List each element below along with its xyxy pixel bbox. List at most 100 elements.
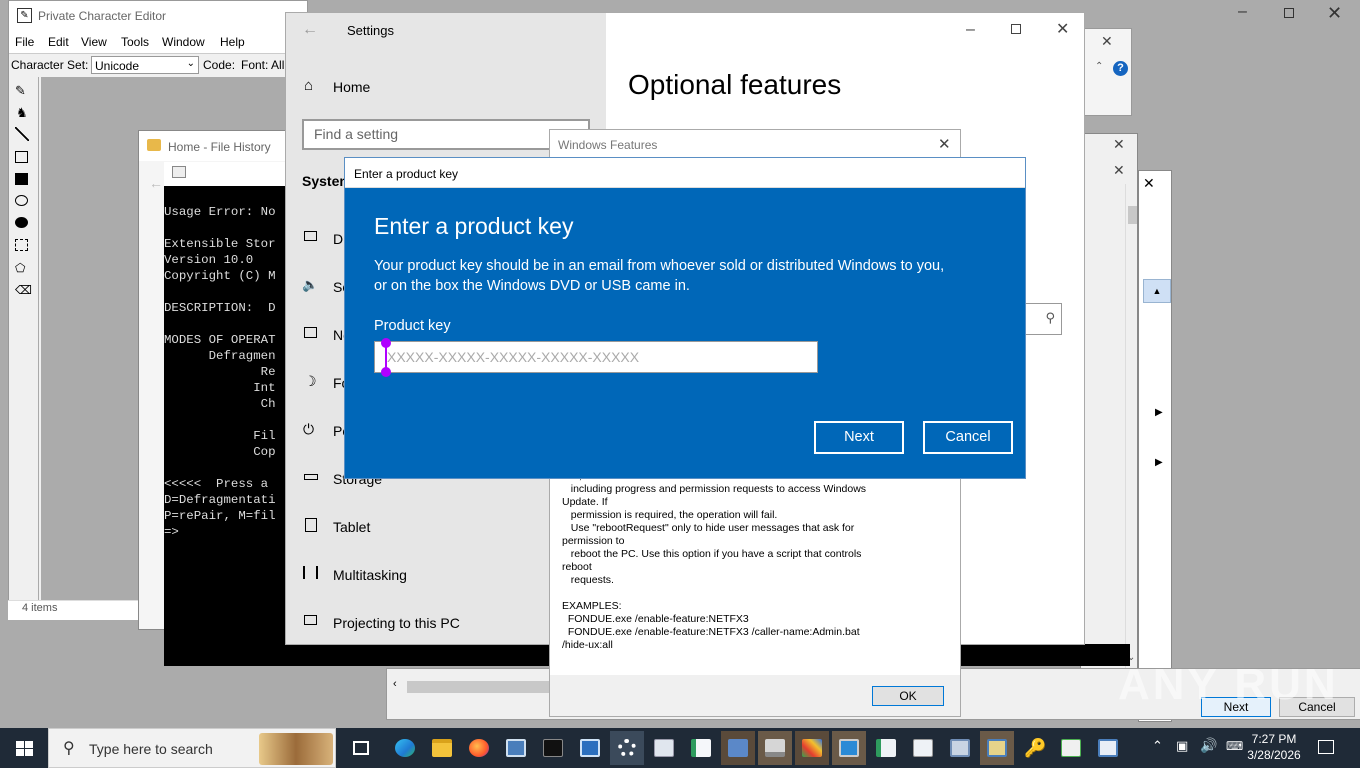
pce-toolbar: Character Set: Unicode ⌄ Code: Font: All xyxy=(9,53,307,75)
features-text-line: reboot the PC. Use this option if you ha… xyxy=(562,548,862,560)
maximize-icon[interactable] xyxy=(1011,24,1021,34)
product-key-input[interactable]: XXXXX-XXXXX-XXXXX-XXXXX-XXXXX xyxy=(374,338,818,377)
eraser-tool-icon[interactable]: ⌫ xyxy=(15,283,32,297)
close-icon[interactable]: ✕ xyxy=(1143,175,1155,192)
monitor-icon[interactable] xyxy=(832,731,866,765)
edge-browser-icon[interactable] xyxy=(388,731,422,765)
file-history-titlebar[interactable]: Home - File History xyxy=(139,131,297,161)
firefox-icon[interactable] xyxy=(462,731,496,765)
windows-features-titlebar[interactable]: Windows Features ✕ xyxy=(550,130,960,160)
clock[interactable]: 7:27 PM 3/28/2026 xyxy=(1246,731,1302,765)
menu-file[interactable]: File xyxy=(15,35,34,49)
close-icon[interactable]: ✕ xyxy=(1113,136,1125,153)
ellipse-tool-icon[interactable] xyxy=(15,195,28,206)
notepad-icon[interactable] xyxy=(684,731,718,765)
rectangle-tool-icon[interactable] xyxy=(15,151,28,163)
pencil-tool-icon[interactable]: ✎ xyxy=(15,83,26,99)
menu-help[interactable]: Help xyxy=(220,35,245,49)
file-explorer-icon[interactable] xyxy=(425,731,459,765)
menu-tools[interactable]: Tools xyxy=(121,35,149,49)
menu-edit[interactable]: Edit xyxy=(48,35,69,49)
task-view-icon[interactable] xyxy=(344,731,378,765)
features-text-line: FONDUE.exe /enable-feature:NETFX3 /calle… xyxy=(562,626,860,638)
search-icon: ⚲ xyxy=(1045,310,1055,325)
app-window-icon[interactable] xyxy=(499,731,533,765)
console-titlebar[interactable] xyxy=(164,162,294,186)
horizontal-scrollbar[interactable]: ‹ xyxy=(389,677,553,695)
close-icon[interactable]: ✕ xyxy=(1101,33,1113,50)
expand-arrow-icon[interactable]: ▶ xyxy=(1155,457,1163,468)
nav-tablet[interactable]: Tablet xyxy=(302,517,562,541)
chevron-up-icon[interactable]: ⌃ xyxy=(1095,61,1103,72)
close-icon[interactable]: ✕ xyxy=(1113,162,1125,179)
command-prompt-icon[interactable] xyxy=(536,731,570,765)
taskbar-search-box[interactable]: ⚲ Type here to search xyxy=(48,728,336,768)
font-viewer-icon[interactable] xyxy=(1054,731,1088,765)
help-icon[interactable]: ? xyxy=(1113,61,1128,76)
minimize-icon[interactable]: – xyxy=(1238,4,1252,20)
pce-titlebar[interactable]: ✎ Private Character Editor xyxy=(9,1,307,31)
maximize-icon[interactable] xyxy=(1284,8,1294,18)
mmc-window: ✕ ▲ ▶ ▶ xyxy=(1138,170,1172,722)
pce-tool-palette: ✎ ♞ ⬠ ⌫ xyxy=(9,77,39,619)
start-button[interactable] xyxy=(0,728,48,768)
scanner-icon[interactable] xyxy=(758,731,792,765)
console-line: <<<<< Press a xyxy=(164,477,269,491)
nav-multitasking[interactable]: Multitasking xyxy=(302,565,562,589)
clock-time: 7:27 PM xyxy=(1251,732,1297,746)
scroll-thumb[interactable] xyxy=(1128,206,1137,224)
selection-tool-icon[interactable] xyxy=(15,239,28,251)
brush-tool-icon[interactable]: ♞ xyxy=(16,105,28,121)
system-info-icon[interactable] xyxy=(980,731,1014,765)
minimize-icon[interactable]: – xyxy=(966,21,975,39)
document-icon[interactable] xyxy=(869,731,903,765)
file-history-title: Home - File History xyxy=(168,140,271,154)
filled-rectangle-tool-icon[interactable] xyxy=(15,173,28,185)
settings-gear-icon[interactable] xyxy=(610,731,644,765)
dialog-heading: Enter a product key xyxy=(374,213,574,239)
console-line: Re xyxy=(164,365,276,379)
key-icon[interactable]: 🔑 xyxy=(1017,731,1051,765)
next-button[interactable]: Next xyxy=(814,421,904,454)
product-key-titlebar[interactable]: Enter a product key xyxy=(345,158,1025,188)
settings-search-input[interactable]: Find a setting xyxy=(302,119,590,150)
scroll-left-icon[interactable]: ‹ xyxy=(393,678,397,690)
meet-now-icon[interactable]: ▣ xyxy=(1176,738,1188,754)
menu-view[interactable]: View xyxy=(81,35,107,49)
page-title: Optional features xyxy=(628,69,842,100)
scrollbar[interactable] xyxy=(1125,184,1137,668)
back-arrow-icon[interactable]: ← xyxy=(302,21,318,39)
ok-button[interactable]: OK xyxy=(872,686,944,706)
filled-ellipse-tool-icon[interactable] xyxy=(15,217,28,228)
charset-select[interactable]: Unicode ⌄ xyxy=(91,56,199,74)
control-panel-icon[interactable] xyxy=(573,731,607,765)
close-icon[interactable]: ✕ xyxy=(1327,3,1342,24)
close-icon[interactable]: ✕ xyxy=(1056,19,1069,39)
show-hidden-icons[interactable]: ⌃ xyxy=(1152,738,1163,754)
character-map-icon[interactable] xyxy=(647,731,681,765)
close-icon[interactable]: ✕ xyxy=(938,135,951,153)
computer-icon[interactable] xyxy=(943,731,977,765)
scroll-thumb[interactable] xyxy=(407,681,553,693)
volume-icon[interactable]: 🔊 xyxy=(1200,737,1217,754)
network-icon[interactable] xyxy=(721,731,755,765)
notifications-icon[interactable] xyxy=(1318,740,1334,754)
list-window-icon[interactable] xyxy=(906,731,940,765)
home-nav-item[interactable]: ⌂ Home xyxy=(302,77,582,99)
lasso-tool-icon[interactable]: ⬠ xyxy=(15,261,25,275)
expand-arrow-icon[interactable]: ▶ xyxy=(1155,407,1163,418)
collapse-button[interactable]: ▲ xyxy=(1143,279,1171,303)
cancel-button[interactable]: Cancel xyxy=(923,421,1013,454)
back-arrow-icon[interactable]: ← xyxy=(149,175,163,191)
nav-projecting[interactable]: Projecting to this PC xyxy=(302,613,562,637)
pce-title: Private Character Editor xyxy=(38,9,167,23)
features-text-line: requests. xyxy=(562,574,614,586)
remote-app-icon[interactable] xyxy=(1091,731,1125,765)
paint-icon[interactable] xyxy=(795,731,829,765)
keyboard-icon[interactable]: ⌨ xyxy=(1226,739,1243,753)
line-tool-icon[interactable] xyxy=(15,127,29,141)
menu-window[interactable]: Window xyxy=(162,35,205,49)
features-help-text: use, including progress and permission r… xyxy=(562,470,952,652)
